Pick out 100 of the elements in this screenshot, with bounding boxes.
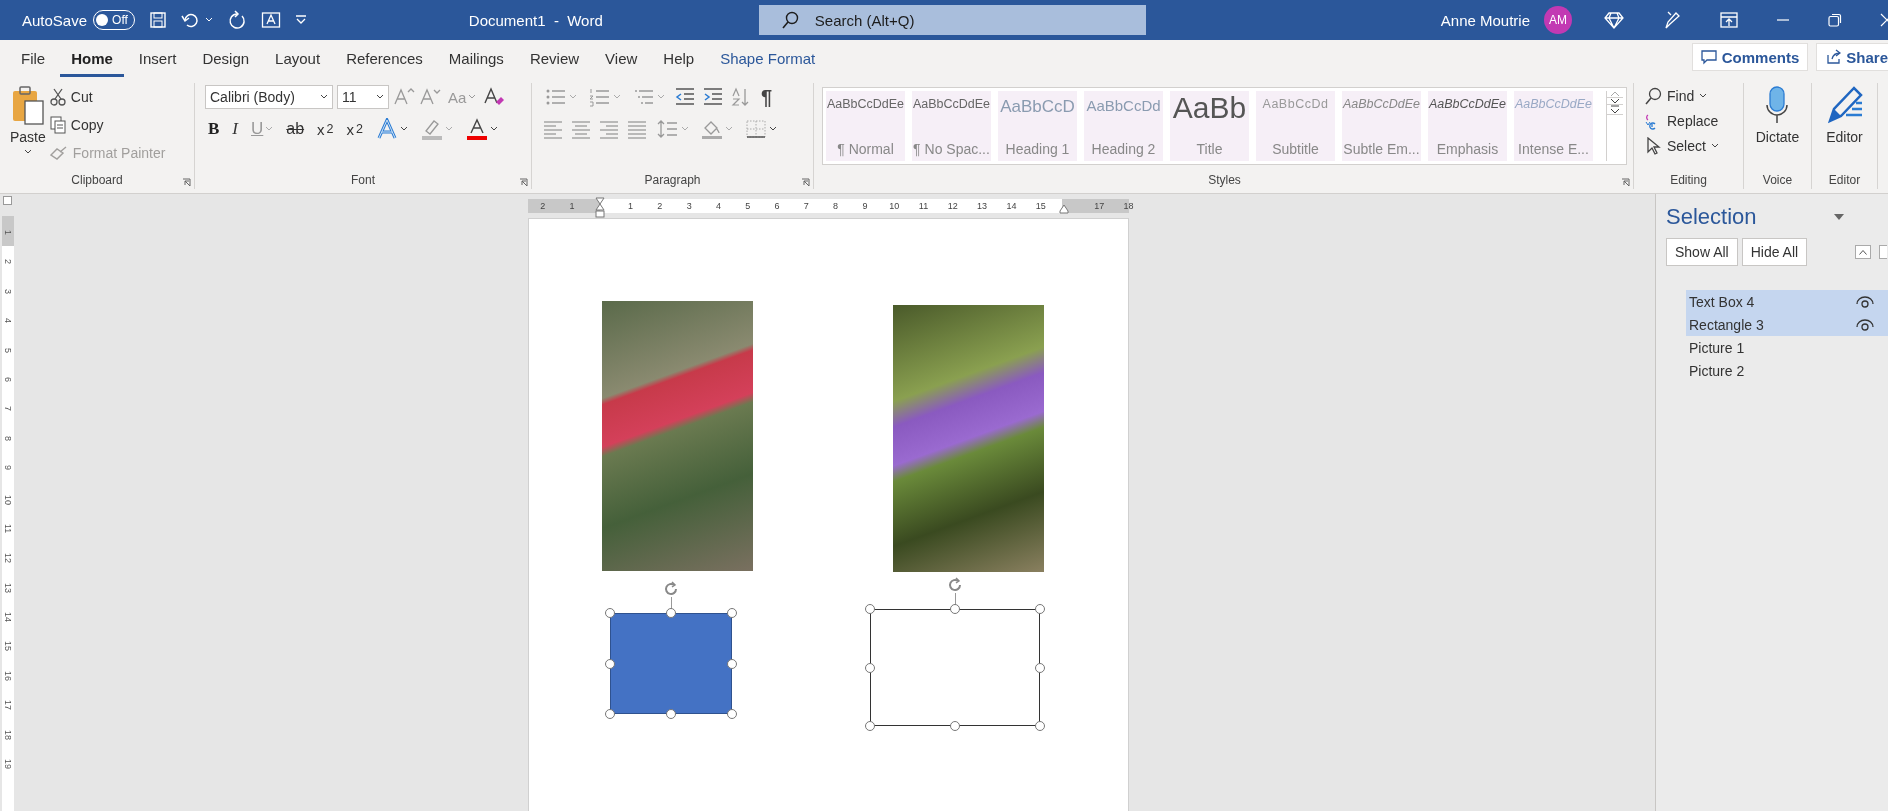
select-button[interactable]: Select bbox=[1644, 134, 1719, 158]
ribbon-tab[interactable]: Review bbox=[518, 50, 591, 77]
text-box[interactable] bbox=[870, 609, 1040, 726]
undo-icon[interactable] bbox=[180, 11, 201, 29]
eye-icon[interactable] bbox=[1856, 317, 1874, 332]
tab-selector[interactable] bbox=[3, 196, 12, 205]
resize-handle[interactable] bbox=[666, 709, 676, 719]
right-indent-marker-icon[interactable] bbox=[1059, 204, 1069, 214]
ribbon-tab[interactable]: Insert bbox=[127, 50, 188, 77]
style-option[interactable]: AaBbCcDdEe ¶ Normal bbox=[826, 91, 905, 161]
photo-placeholder[interactable] bbox=[893, 305, 1044, 572]
shrink-font-icon[interactable] bbox=[419, 87, 441, 107]
resize-handle[interactable] bbox=[666, 608, 676, 618]
selection-list-item[interactable]: Text Box 4 bbox=[1686, 290, 1888, 313]
ribbon-tab[interactable]: View bbox=[594, 50, 649, 77]
font-size-dropdown[interactable]: 11 bbox=[337, 85, 389, 109]
bring-forward-button[interactable] bbox=[1855, 245, 1872, 259]
editor-button[interactable]: Editor bbox=[1821, 83, 1868, 173]
diamond-icon[interactable] bbox=[1604, 11, 1624, 29]
dictate-button[interactable]: Dictate bbox=[1751, 83, 1804, 173]
resize-handle[interactable] bbox=[605, 608, 615, 618]
selection-list-item[interactable]: Picture 2 bbox=[1686, 359, 1888, 382]
ruler-number: 17 bbox=[3, 700, 13, 713]
cut-button[interactable]: Cut bbox=[49, 85, 166, 109]
resize-handle[interactable] bbox=[950, 721, 960, 731]
decrease-indent-icon[interactable] bbox=[674, 87, 696, 107]
increase-indent-icon[interactable] bbox=[702, 87, 724, 107]
grow-font-icon[interactable] bbox=[393, 87, 415, 107]
search-field[interactable]: Search (Alt+Q) bbox=[758, 5, 1146, 35]
close-icon[interactable] bbox=[1880, 13, 1888, 27]
font-name-dropdown[interactable]: Calibri (Body) bbox=[205, 85, 333, 109]
scissors-icon bbox=[49, 88, 66, 106]
resize-handle[interactable] bbox=[727, 709, 737, 719]
redo-icon[interactable] bbox=[226, 10, 247, 30]
share-button[interactable]: Share bbox=[1816, 43, 1888, 71]
send-backward-button[interactable] bbox=[1879, 245, 1888, 259]
pen-icon[interactable] bbox=[1662, 10, 1682, 30]
dialog-launcher-icon[interactable] bbox=[801, 178, 810, 187]
user-avatar[interactable]: AM bbox=[1544, 6, 1572, 34]
show-formatting-marks-button[interactable]: ¶ bbox=[758, 83, 776, 111]
dialog-launcher-icon[interactable] bbox=[519, 178, 528, 187]
ribbon-tab[interactable]: Mailings bbox=[437, 50, 515, 77]
multilevel-list-icon[interactable] bbox=[633, 87, 655, 107]
shading-icon[interactable] bbox=[701, 119, 723, 139]
dialog-launcher-icon[interactable] bbox=[182, 178, 191, 187]
selection-list-item[interactable]: Rectangle 3 bbox=[1686, 313, 1888, 336]
borders-icon[interactable] bbox=[745, 119, 767, 139]
text-effects-icon[interactable] bbox=[376, 118, 398, 140]
pane-options-icon[interactable] bbox=[1834, 214, 1844, 220]
clear-formatting-icon[interactable] bbox=[483, 86, 506, 108]
selection-list-item[interactable]: Picture 1 bbox=[1686, 336, 1888, 359]
paste-button[interactable]: Paste bbox=[6, 83, 50, 173]
group-label: Voice bbox=[1762, 173, 1793, 189]
bullets-icon[interactable] bbox=[545, 87, 567, 107]
ribbon-display-icon[interactable] bbox=[1720, 12, 1738, 28]
more-styles-icon[interactable] bbox=[1607, 105, 1623, 115]
ribbon-tab[interactable]: Layout bbox=[264, 50, 332, 77]
resize-handle[interactable] bbox=[605, 709, 615, 719]
ribbon-tab[interactable]: Shape Format bbox=[709, 50, 827, 77]
scroll-down-icon[interactable] bbox=[1607, 98, 1623, 105]
resize-handle[interactable] bbox=[865, 721, 875, 731]
rotate-handle-icon[interactable] bbox=[663, 581, 679, 597]
bold-button[interactable]: B bbox=[205, 115, 223, 143]
customize-toolbar-icon[interactable] bbox=[294, 15, 307, 25]
eye-icon[interactable] bbox=[1856, 294, 1874, 309]
show-all-button[interactable]: Show All bbox=[1666, 238, 1738, 266]
dialog-launcher-icon[interactable] bbox=[1621, 178, 1630, 187]
resize-handle[interactable] bbox=[865, 604, 875, 614]
resize-handle[interactable] bbox=[605, 658, 615, 669]
resize-handle[interactable] bbox=[865, 662, 875, 673]
copy-button[interactable]: Copy bbox=[49, 113, 166, 137]
ribbon-tab[interactable]: Help bbox=[652, 50, 706, 77]
resize-handle[interactable] bbox=[727, 608, 737, 618]
ruler-number: 9 bbox=[3, 465, 13, 473]
replace-button[interactable]: Replace bbox=[1644, 109, 1719, 133]
italic-button[interactable]: I bbox=[229, 115, 241, 143]
resize-handle[interactable] bbox=[1035, 721, 1045, 731]
line-spacing-icon[interactable] bbox=[657, 119, 679, 139]
resize-handle[interactable] bbox=[727, 658, 737, 669]
touch-mode-icon[interactable] bbox=[260, 11, 281, 29]
style-option[interactable]: AaBbCcDdEe Emphasis bbox=[1428, 91, 1507, 161]
rotate-handle-icon[interactable] bbox=[947, 577, 963, 593]
save-icon[interactable] bbox=[148, 11, 167, 29]
indent-marker-icon[interactable] bbox=[595, 197, 605, 219]
restore-icon[interactable] bbox=[1828, 13, 1842, 27]
hide-all-button[interactable]: Hide All bbox=[1741, 238, 1808, 266]
strikethrough-button[interactable]: ab bbox=[283, 115, 308, 143]
font-color-icon[interactable] bbox=[466, 118, 488, 140]
user-name[interactable]: Anne Moutrie bbox=[1440, 11, 1530, 29]
style-option[interactable]: AaBbCcDdEe ¶ No Spac... bbox=[912, 91, 991, 161]
resize-handle[interactable] bbox=[950, 604, 960, 614]
find-button[interactable]: Find bbox=[1644, 84, 1719, 108]
style-option[interactable]: AaBb Title bbox=[1170, 91, 1249, 161]
ribbon-tab[interactable]: References bbox=[335, 50, 434, 77]
resize-handle[interactable] bbox=[1035, 604, 1045, 614]
resize-handle[interactable] bbox=[1035, 662, 1045, 673]
ribbon-tab[interactable]: File bbox=[10, 50, 57, 77]
ribbon-tab[interactable]: Design bbox=[191, 50, 261, 77]
highlighter-icon[interactable] bbox=[421, 118, 443, 140]
comments-button[interactable]: Comments bbox=[1691, 43, 1809, 71]
